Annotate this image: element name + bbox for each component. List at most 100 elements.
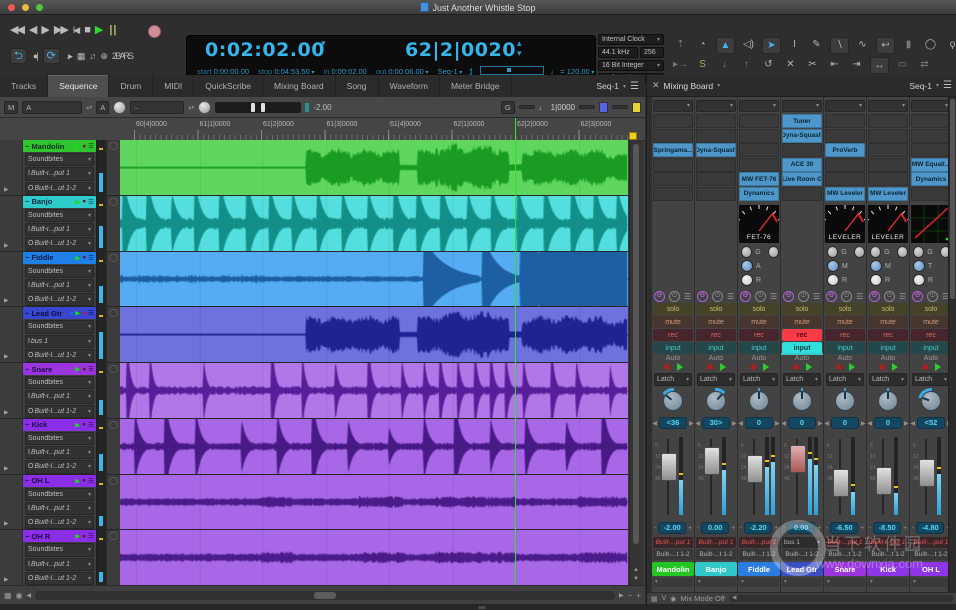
insert-slot-empty[interactable] — [782, 143, 822, 157]
channel-mute-button[interactable]: mute — [696, 316, 736, 328]
volume-plus[interactable]: + — [817, 525, 821, 532]
insert-slot-plugin[interactable]: Dynamics — [739, 187, 779, 201]
track-output-select[interactable]: OBuilt-I...ut 1-2▾ — [25, 293, 94, 306]
plugin-knob[interactable] — [741, 246, 752, 258]
channel-input-button[interactable]: input — [653, 342, 693, 354]
pencil-tool[interactable]: ✎ — [808, 37, 825, 52]
track-source-select[interactable]: Soundbites▾ — [25, 153, 94, 166]
grid-toggle[interactable]: G — [501, 101, 515, 114]
scroll-right-icon[interactable]: ▶ — [619, 592, 624, 599]
volume-minus[interactable]: - — [697, 525, 699, 532]
metronome-tool[interactable]: ▲ — [716, 37, 735, 54]
track-output-select[interactable]: OBuilt-I...ut 1-2▾ — [25, 516, 94, 529]
channel-solo-button[interactable]: solo — [739, 303, 779, 315]
marker-toggle[interactable]: M — [4, 101, 18, 114]
volume-value[interactable]: 0.00 — [701, 522, 729, 534]
channel-name-label[interactable]: Lead Gtr — [781, 562, 823, 576]
plugin-knob[interactable] — [870, 260, 882, 272]
track-lane[interactable] — [120, 475, 628, 530]
track-source-select[interactable]: Soundbites▾ — [25, 209, 94, 222]
track-lane[interactable] — [120, 196, 628, 251]
mixer-title-dropdown[interactable]: ▾ — [717, 82, 720, 89]
scissors-tool[interactable]: ✂ — [804, 57, 821, 72]
fast-forward-button[interactable]: ▶▶ — [54, 23, 67, 37]
channel-power-icon[interactable]: ϴ — [697, 291, 708, 302]
mixer-sequence-dropdown[interactable]: ▾ — [936, 82, 939, 89]
hscroll-thumb[interactable] — [314, 592, 336, 599]
volume-value[interactable]: -6.50 — [830, 522, 858, 534]
pan-right-arrow[interactable]: ▶ — [818, 420, 823, 427]
insert-slot-empty[interactable] — [739, 143, 779, 157]
track-menu-icon[interactable]: ☰ — [88, 365, 94, 373]
track-zoom-icon[interactable]: ◯ — [109, 364, 118, 373]
track-play-icon[interactable]: ▶ — [75, 254, 80, 262]
zoom-out-button[interactable]: − — [628, 591, 633, 600]
track-zoom-icon[interactable]: ◯ — [109, 197, 118, 206]
track-menu-icon[interactable]: ☰ — [88, 532, 94, 540]
channel-record-button[interactable]: rec — [825, 329, 865, 341]
volume-plus[interactable]: + — [688, 525, 692, 532]
insert-select[interactable]: – — [130, 101, 184, 114]
color-swatch-toggle-1[interactable] — [579, 105, 595, 109]
track-expand-arrow[interactable]: ▶ — [4, 242, 9, 249]
channel-power-icon[interactable]: ϴ — [654, 291, 665, 302]
fader-cap[interactable] — [661, 453, 677, 481]
tab-tracks[interactable]: Tracks — [0, 75, 48, 97]
volume-value[interactable]: -2.00 — [658, 522, 686, 534]
volume-minus[interactable]: - — [869, 525, 871, 532]
snap-box[interactable] — [519, 105, 535, 109]
playhead[interactable] — [515, 118, 516, 585]
channel-record-button[interactable]: rec — [653, 329, 693, 341]
track-source-select[interactable]: Soundbites▾ — [25, 488, 94, 501]
channel-bypass-icon[interactable]: ⏻ — [669, 291, 680, 302]
channel-power-icon[interactable]: ϴ — [740, 291, 751, 302]
mixer-view-icon[interactable]: ▦ — [651, 595, 658, 603]
track-zoom-strip[interactable]: ◯ — [106, 252, 120, 307]
insert-slot-plugin[interactable]: Live Room G — [782, 172, 822, 186]
camera-icon[interactable]: ◉ — [16, 591, 23, 600]
channel-mini-dropdown[interactable]: ▾ — [653, 578, 693, 587]
channel-record-button[interactable]: rec — [782, 329, 822, 341]
memory-button[interactable]: ⊕ — [100, 49, 106, 63]
punch-record-tool[interactable]: ⇡ — [672, 37, 689, 52]
insert-slot-empty[interactable] — [825, 114, 865, 128]
output-assign-2[interactable]: Built-...t 1-2 — [868, 549, 908, 560]
output-assign-1[interactable]: Built-...put 1 — [696, 537, 736, 548]
track-zoom-icon[interactable]: ◯ — [109, 253, 118, 262]
track-header[interactable]: ~ Banjo▶●☰ — [23, 196, 96, 208]
channel-input-button[interactable]: input — [739, 342, 779, 354]
color-swatch-toggle-2[interactable] — [612, 105, 628, 109]
auto-rewind-button[interactable]: ↓↑ — [89, 49, 94, 63]
insert-slot-empty[interactable] — [825, 158, 865, 172]
buffer-size-select[interactable]: 256 — [640, 47, 664, 58]
track-play-icon[interactable]: ▶ — [75, 198, 80, 206]
output-assign-2[interactable]: Built-...t 1-2 — [696, 549, 736, 560]
track-zoom-strip[interactable]: ◯ — [106, 196, 120, 251]
channel-mini-dropdown[interactable]: ▾ — [739, 578, 779, 587]
track-zoom-strip[interactable]: ◯ — [106, 530, 120, 585]
pan-left-arrow[interactable]: ◀ — [695, 420, 700, 427]
fader-cap[interactable] — [833, 469, 849, 497]
grid-mode-icon[interactable]: ▦ — [4, 591, 12, 600]
insert-slot-empty[interactable] — [696, 158, 736, 172]
track-play-icon[interactable]: ▶ — [75, 309, 80, 317]
pan-right-arrow[interactable]: ▶ — [775, 420, 780, 427]
volume-value[interactable]: -2.20 — [744, 522, 772, 534]
channel-power-icon[interactable]: ϴ — [783, 291, 794, 302]
channel-menu-icon[interactable]: ☰ — [899, 292, 906, 301]
insert-slot-empty[interactable] — [696, 129, 736, 143]
track-record-icon[interactable]: ● — [82, 477, 86, 484]
volume-plus[interactable]: + — [860, 525, 864, 532]
selection-value[interactable]: -2.00 — [313, 103, 331, 112]
mixer-snapshot-icon[interactable]: ◉ — [670, 595, 676, 603]
channel-bypass-icon[interactable]: ⏻ — [755, 291, 766, 302]
volume-minus[interactable]: - — [912, 525, 914, 532]
track-menu-icon[interactable]: ☰ — [88, 254, 94, 262]
fader-cap[interactable] — [919, 459, 935, 487]
scroll-up-arrow[interactable]: ▲ — [633, 567, 639, 573]
track-zoom-strip[interactable]: ◯ — [106, 307, 120, 362]
waveform-canvas[interactable] — [120, 363, 628, 418]
insert-selector-dropdown[interactable] — [653, 100, 693, 112]
rewind-button[interactable]: ◀◀ — [10, 23, 23, 37]
output-assign-1[interactable]: Built-...put 1 — [911, 537, 951, 548]
